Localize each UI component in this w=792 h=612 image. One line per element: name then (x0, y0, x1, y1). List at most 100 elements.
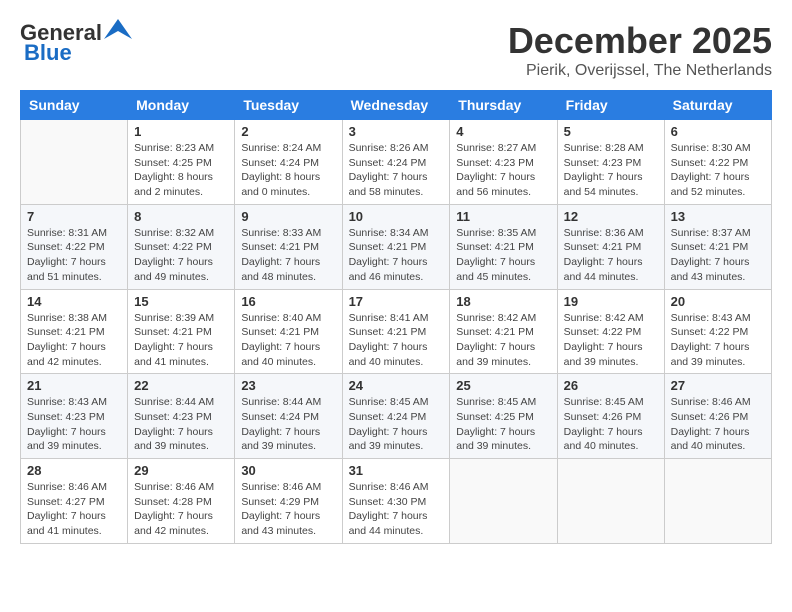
calendar-cell: 14 Sunrise: 8:38 AMSunset: 4:21 PMDayligh… (21, 289, 128, 374)
calendar-cell: 2 Sunrise: 8:24 AMSunset: 4:24 PMDaylight… (235, 120, 342, 205)
column-header-sunday: Sunday (21, 91, 128, 120)
month-title: December 2025 (508, 20, 772, 62)
cell-sun-info: Sunrise: 8:45 AMSunset: 4:25 PMDaylight:… (456, 395, 550, 454)
cell-sun-info: Sunrise: 8:40 AMSunset: 4:21 PMDaylight:… (241, 311, 335, 370)
calendar-cell: 7 Sunrise: 8:31 AMSunset: 4:22 PMDaylight… (21, 204, 128, 289)
calendar-cell: 9Sunrise: 8:33 AMSunset: 4:21 PMDaylight… (235, 204, 342, 289)
cell-sun-info: Sunrise: 8:45 AMSunset: 4:26 PMDaylight:… (564, 395, 658, 454)
calendar-header-row: SundayMondayTuesdayWednesdayThursdayFrid… (21, 91, 772, 120)
cell-sun-info: Sunrise: 8:46 AMSunset: 4:30 PMDaylight:… (349, 480, 444, 539)
cell-sun-info: Sunrise: 8:42 AMSunset: 4:21 PMDaylight:… (456, 311, 550, 370)
calendar-cell: 12 Sunrise: 8:36 AMSunset: 4:21 PMDayligh… (557, 204, 664, 289)
column-header-tuesday: Tuesday (235, 91, 342, 120)
day-number: 14 (27, 294, 121, 309)
calendar-cell: 18 Sunrise: 8:42 AMSunset: 4:21 PMDayligh… (450, 289, 557, 374)
day-number: 9 (241, 209, 335, 224)
cell-sun-info: Sunrise: 8:30 AMSunset: 4:22 PMDaylight:… (671, 141, 765, 200)
cell-sun-info: Sunrise: 8:24 AMSunset: 4:24 PMDaylight:… (241, 141, 335, 200)
calendar-cell: 10 Sunrise: 8:34 AMSunset: 4:21 PMDayligh… (342, 204, 450, 289)
calendar-cell: 15 Sunrise: 8:39 AMSunset: 4:21 PMDayligh… (128, 289, 235, 374)
calendar-week-row: 1 Sunrise: 8:23 AMSunset: 4:25 PMDaylight… (21, 120, 772, 205)
calendar-cell (557, 459, 664, 544)
day-number: 20 (671, 294, 765, 309)
calendar-cell: 21Sunrise: 8:43 AMSunset: 4:23 PMDayligh… (21, 374, 128, 459)
calendar-cell: 24 Sunrise: 8:45 AMSunset: 4:24 PMDayligh… (342, 374, 450, 459)
cell-sun-info: Sunrise: 8:46 AMSunset: 4:26 PMDaylight:… (671, 395, 765, 454)
day-number: 8 (134, 209, 228, 224)
day-number: 12 (564, 209, 658, 224)
calendar-week-row: 21Sunrise: 8:43 AMSunset: 4:23 PMDayligh… (21, 374, 772, 459)
calendar-cell: 22 Sunrise: 8:44 AMSunset: 4:23 PMDayligh… (128, 374, 235, 459)
cell-sun-info: Sunrise: 8:39 AMSunset: 4:21 PMDaylight:… (134, 311, 228, 370)
day-number: 23 (241, 378, 335, 393)
day-number: 2 (241, 124, 335, 139)
cell-sun-info: Sunrise: 8:46 AMSunset: 4:27 PMDaylight:… (27, 480, 121, 539)
day-number: 24 (349, 378, 444, 393)
cell-sun-info: Sunrise: 8:32 AMSunset: 4:22 PMDaylight:… (134, 226, 228, 285)
cell-sun-info: Sunrise: 8:23 AMSunset: 4:25 PMDaylight:… (134, 141, 228, 200)
day-number: 10 (349, 209, 444, 224)
day-number: 22 (134, 378, 228, 393)
day-number: 15 (134, 294, 228, 309)
calendar-cell (450, 459, 557, 544)
calendar-cell: 1 Sunrise: 8:23 AMSunset: 4:25 PMDaylight… (128, 120, 235, 205)
calendar-cell: 29 Sunrise: 8:46 AMSunset: 4:28 PMDayligh… (128, 459, 235, 544)
cell-sun-info: Sunrise: 8:34 AMSunset: 4:21 PMDaylight:… (349, 226, 444, 285)
cell-sun-info: Sunrise: 8:44 AMSunset: 4:23 PMDaylight:… (134, 395, 228, 454)
logo-blue: Blue (20, 40, 72, 66)
day-number: 18 (456, 294, 550, 309)
calendar-cell: 3Sunrise: 8:26 AMSunset: 4:24 PMDaylight… (342, 120, 450, 205)
calendar-week-row: 14 Sunrise: 8:38 AMSunset: 4:21 PMDayligh… (21, 289, 772, 374)
calendar-table: SundayMondayTuesdayWednesdayThursdayFrid… (20, 90, 772, 544)
calendar-cell: 8 Sunrise: 8:32 AMSunset: 4:22 PMDaylight… (128, 204, 235, 289)
cell-sun-info: Sunrise: 8:37 AMSunset: 4:21 PMDaylight:… (671, 226, 765, 285)
cell-sun-info: Sunrise: 8:38 AMSunset: 4:21 PMDaylight:… (27, 311, 121, 370)
cell-sun-info: Sunrise: 8:31 AMSunset: 4:22 PMDaylight:… (27, 226, 121, 285)
cell-sun-info: Sunrise: 8:28 AMSunset: 4:23 PMDaylight:… (564, 141, 658, 200)
calendar-cell: 26Sunrise: 8:45 AMSunset: 4:26 PMDayligh… (557, 374, 664, 459)
calendar-cell (664, 459, 771, 544)
day-number: 28 (27, 463, 121, 478)
calendar-cell: 28 Sunrise: 8:46 AMSunset: 4:27 PMDayligh… (21, 459, 128, 544)
calendar-cell: 27Sunrise: 8:46 AMSunset: 4:26 PMDayligh… (664, 374, 771, 459)
calendar-week-row: 7 Sunrise: 8:31 AMSunset: 4:22 PMDaylight… (21, 204, 772, 289)
calendar-cell: 16 Sunrise: 8:40 AMSunset: 4:21 PMDayligh… (235, 289, 342, 374)
column-header-monday: Monday (128, 91, 235, 120)
calendar-cell: 31 Sunrise: 8:46 AMSunset: 4:30 PMDayligh… (342, 459, 450, 544)
header: General Blue December 2025 Pierik, Overi… (20, 20, 772, 80)
cell-sun-info: Sunrise: 8:35 AMSunset: 4:21 PMDaylight:… (456, 226, 550, 285)
calendar-cell (21, 120, 128, 205)
day-number: 3 (349, 124, 444, 139)
calendar-cell: 4Sunrise: 8:27 AMSunset: 4:23 PMDaylight… (450, 120, 557, 205)
calendar-cell: 11Sunrise: 8:35 AMSunset: 4:21 PMDayligh… (450, 204, 557, 289)
logo: General Blue (20, 20, 132, 66)
column-header-saturday: Saturday (664, 91, 771, 120)
logo-bird-icon (104, 19, 132, 39)
column-header-friday: Friday (557, 91, 664, 120)
calendar-cell: 19Sunrise: 8:42 AMSunset: 4:22 PMDayligh… (557, 289, 664, 374)
location-subtitle: Pierik, Overijssel, The Netherlands (508, 62, 772, 80)
cell-sun-info: Sunrise: 8:46 AMSunset: 4:28 PMDaylight:… (134, 480, 228, 539)
cell-sun-info: Sunrise: 8:41 AMSunset: 4:21 PMDaylight:… (349, 311, 444, 370)
cell-sun-info: Sunrise: 8:36 AMSunset: 4:21 PMDaylight:… (564, 226, 658, 285)
column-header-thursday: Thursday (450, 91, 557, 120)
cell-sun-info: Sunrise: 8:27 AMSunset: 4:23 PMDaylight:… (456, 141, 550, 200)
cell-sun-info: Sunrise: 8:45 AMSunset: 4:24 PMDaylight:… (349, 395, 444, 454)
calendar-week-row: 28 Sunrise: 8:46 AMSunset: 4:27 PMDayligh… (21, 459, 772, 544)
day-number: 13 (671, 209, 765, 224)
calendar-cell: 17Sunrise: 8:41 AMSunset: 4:21 PMDayligh… (342, 289, 450, 374)
calendar-cell: 6 Sunrise: 8:30 AMSunset: 4:22 PMDaylight… (664, 120, 771, 205)
day-number: 16 (241, 294, 335, 309)
day-number: 7 (27, 209, 121, 224)
day-number: 29 (134, 463, 228, 478)
cell-sun-info: Sunrise: 8:46 AMSunset: 4:29 PMDaylight:… (241, 480, 335, 539)
cell-sun-info: Sunrise: 8:43 AMSunset: 4:23 PMDaylight:… (27, 395, 121, 454)
day-number: 1 (134, 124, 228, 139)
day-number: 31 (349, 463, 444, 478)
calendar-cell: 13 Sunrise: 8:37 AMSunset: 4:21 PMDayligh… (664, 204, 771, 289)
day-number: 6 (671, 124, 765, 139)
day-number: 19 (564, 294, 658, 309)
calendar-cell: 30Sunrise: 8:46 AMSunset: 4:29 PMDayligh… (235, 459, 342, 544)
cell-sun-info: Sunrise: 8:43 AMSunset: 4:22 PMDaylight:… (671, 311, 765, 370)
cell-sun-info: Sunrise: 8:44 AMSunset: 4:24 PMDaylight:… (241, 395, 335, 454)
